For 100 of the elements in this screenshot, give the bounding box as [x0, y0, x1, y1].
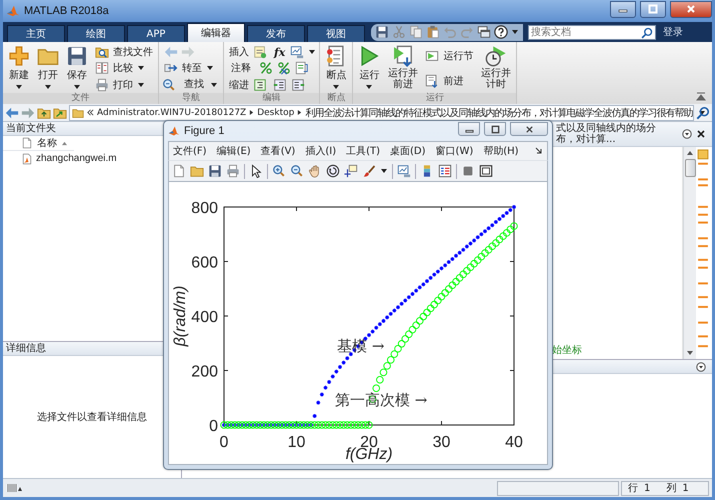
row-number: 1	[644, 482, 650, 494]
insert-button[interactable]: 插入	[227, 44, 269, 60]
dock-arrow-icon[interactable]	[535, 147, 543, 155]
zoom-in-icon[interactable]	[272, 164, 286, 178]
comment-button[interactable]: 注释	[227, 60, 255, 76]
square-icon[interactable]	[461, 164, 475, 178]
magnifier-icon[interactable]	[162, 78, 176, 92]
maximize-button[interactable]	[484, 122, 506, 136]
scroll-down-arrow-icon[interactable]	[686, 349, 694, 357]
linked-plot-icon[interactable]	[397, 164, 411, 178]
maximize-icon	[648, 4, 658, 14]
search-icon[interactable]	[641, 26, 653, 38]
printer-icon[interactable]	[226, 164, 240, 178]
rotate-icon[interactable]	[326, 164, 340, 178]
crosshair-icon[interactable]	[344, 164, 358, 178]
indent-button[interactable]: 缩进	[227, 77, 269, 92]
go-to-button[interactable]: 转至	[162, 60, 220, 76]
scroll-up-arrow-icon[interactable]	[686, 149, 694, 157]
chart-page-icon[interactable]	[290, 45, 304, 60]
run-and-advance-button[interactable]: 运行并前进	[385, 44, 420, 93]
caret-icon[interactable]	[380, 167, 388, 175]
legend-icon[interactable]	[438, 164, 452, 178]
annotation-text: 第一高次模 →	[334, 391, 428, 410]
hand-icon[interactable]	[308, 164, 322, 178]
search-field[interactable]: 搜索文档	[528, 24, 656, 40]
decrease-indent-icon[interactable]	[291, 78, 305, 92]
column-header[interactable]: 名称	[3, 136, 74, 151]
path-segment[interactable]: Desktop	[257, 108, 294, 118]
run-button[interactable]: 运行	[356, 44, 382, 93]
save-button[interactable]: 保存	[64, 44, 90, 93]
search-icon[interactable]	[696, 106, 710, 120]
script-file-icon	[21, 152, 33, 164]
find-button[interactable]: 查找	[180, 77, 220, 92]
toolstrip-tab[interactable]: 编辑器	[187, 23, 245, 42]
caret-icon	[73, 83, 81, 91]
folder-icon[interactable]	[190, 164, 204, 178]
uncomment-icon[interactable]	[277, 61, 291, 76]
browse-folder-icon[interactable]	[53, 106, 67, 120]
menu-item[interactable]: 文件(F)	[169, 144, 211, 158]
frame-icon[interactable]	[479, 164, 493, 178]
toolstrip-tab[interactable]: 视图	[307, 25, 365, 42]
increase-indent-icon[interactable]	[273, 78, 287, 92]
up-folder-icon[interactable]	[37, 106, 51, 120]
new-page-icon[interactable]	[172, 164, 186, 178]
path-segment[interactable]: Administrator.WIN7U-20180127Z	[97, 108, 246, 118]
windows-icon[interactable]	[477, 25, 491, 39]
back-arrow-icon[interactable]	[5, 106, 19, 120]
scrollbar[interactable]	[683, 147, 696, 359]
breakpoints-button[interactable]: 断点	[323, 44, 350, 93]
menu-item[interactable]: 窗口(W)	[432, 144, 478, 158]
editor-title: 式以及同轴线内的场分布，对计算...	[556, 123, 657, 145]
tick-label: 0	[220, 434, 228, 451]
help-icon[interactable]	[494, 25, 508, 39]
tick-label: 200	[191, 364, 218, 380]
collapse-icon[interactable]	[696, 92, 706, 102]
open-button[interactable]: 打开	[35, 44, 61, 93]
minimize-button[interactable]	[610, 0, 636, 18]
toolstrip-tab[interactable]: APP	[127, 25, 185, 42]
print-button[interactable]: 打印	[93, 77, 155, 92]
menu-item[interactable]: 查看(V)	[256, 144, 300, 158]
panel-menu-icon[interactable]	[682, 129, 692, 139]
maximize-button[interactable]	[640, 0, 666, 18]
wrap-comments-icon[interactable]	[295, 61, 309, 76]
new-button[interactable]: 新建	[6, 44, 32, 93]
path-segment[interactable]: 利用全波法计算同轴线的特征模式以及同轴线内的场分布，对计算电磁学全波仿真的学习很有帮助	[305, 106, 692, 120]
toolstrip-tab[interactable]: 主页	[7, 25, 65, 42]
panel-layout-icon[interactable]	[6, 483, 24, 493]
minimize-button[interactable]	[458, 122, 480, 136]
folder-icon	[72, 106, 84, 118]
menu-item[interactable]: 编辑(E)	[212, 144, 255, 158]
tick-label: 400	[191, 309, 218, 326]
play-clock-icon	[484, 45, 507, 67]
pointer-icon[interactable]	[249, 164, 263, 178]
caret-icon[interactable]	[698, 108, 706, 116]
zoom-out-icon[interactable]	[290, 164, 304, 178]
run-section-button[interactable]: 运行节	[423, 48, 476, 64]
caret-icon[interactable]	[308, 48, 316, 56]
brush-icon[interactable]	[362, 164, 376, 178]
caret-icon[interactable]	[511, 28, 519, 36]
login-button[interactable]: 登录	[660, 25, 686, 39]
run-and-time-button[interactable]: 运行并计时	[478, 44, 514, 93]
menu-item[interactable]: 工具(T)	[342, 144, 384, 158]
advance-button[interactable]: 前进	[423, 73, 476, 88]
name-column-label[interactable]: 名称	[37, 136, 57, 150]
close-button[interactable]	[670, 0, 712, 18]
function-button[interactable]: fx	[273, 46, 286, 59]
clipboard-icon[interactable]	[426, 25, 440, 39]
file-name[interactable]: zhangchangwei.m	[36, 153, 117, 164]
close-icon[interactable]	[696, 129, 706, 139]
compare-button[interactable]: 比较	[93, 60, 155, 76]
menu-item[interactable]: 帮助(H)	[479, 144, 523, 158]
menu-item[interactable]: 桌面(D)	[386, 144, 430, 158]
find-files-button[interactable]: 查找文件	[93, 44, 155, 60]
toolstrip-tab[interactable]: 发布	[247, 25, 305, 42]
scroll-thumb[interactable]	[684, 159, 696, 177]
panel-menu-icon[interactable]	[696, 362, 706, 372]
close-button[interactable]	[510, 122, 548, 136]
toolstrip-tab[interactable]: 绘图	[67, 25, 125, 42]
menu-item[interactable]: 插入(I)	[301, 144, 340, 158]
column-number: 1	[682, 482, 689, 494]
